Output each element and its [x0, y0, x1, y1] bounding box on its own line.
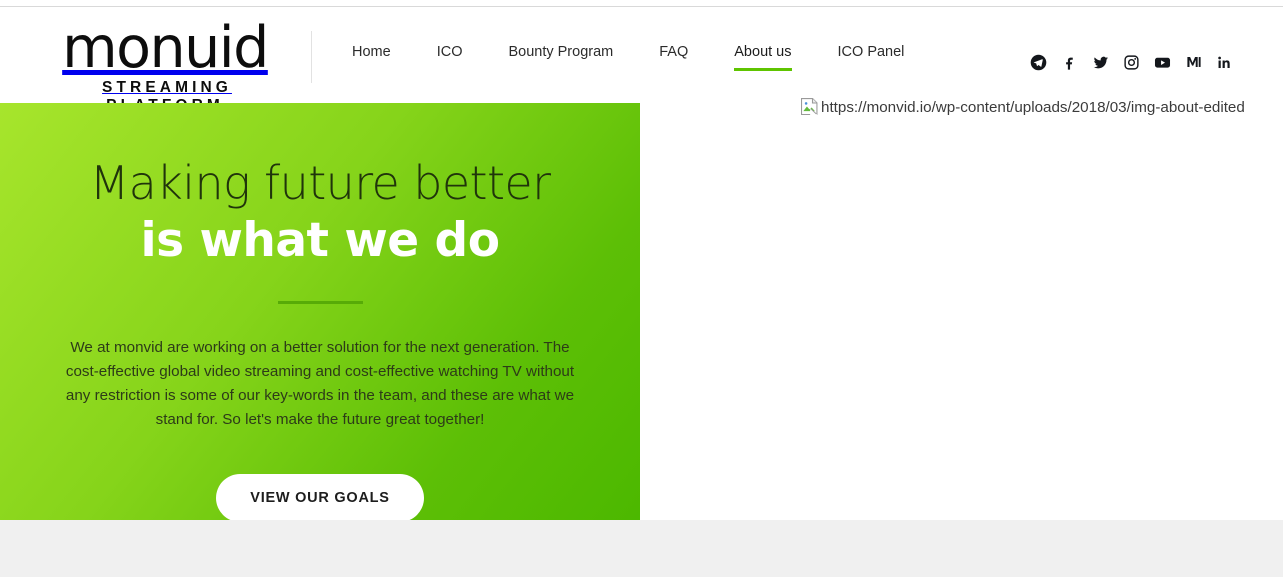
view-our-goals-button[interactable]: VIEW OUR GOALS [216, 474, 424, 520]
hero-panel: Making future better is what we do We at… [0, 103, 640, 520]
youtube-icon[interactable] [1147, 51, 1178, 73]
logo-wordmark: monuid [62, 15, 269, 81]
twitter-icon[interactable] [1085, 51, 1116, 73]
hero-content: Making future better is what we do We at… [0, 103, 640, 520]
nav-item-ico[interactable]: ICO [437, 43, 463, 71]
hero-heading: Making future better is what we do [46, 155, 594, 270]
nav-item-home[interactable]: Home [352, 43, 391, 71]
nav-item-bounty-program[interactable]: Bounty Program [508, 43, 613, 71]
broken-image-row: https://monvid.io/wp-content/uploads/201… [801, 98, 1245, 118]
instagram-icon[interactable] [1116, 51, 1147, 73]
hero-heading-line-2: is what we do [140, 213, 500, 268]
hero-cta-container: VIEW OUR GOALS [46, 474, 594, 520]
social-links [1023, 51, 1240, 73]
page-lower-strip [0, 520, 1283, 577]
hero-heading-line-1: Making future better [89, 156, 551, 210]
telegram-icon[interactable] [1023, 51, 1054, 73]
main-navigation: Home ICO Bounty Program FAQ About us ICO… [352, 43, 904, 71]
header-divider [311, 31, 312, 83]
broken-image-icon [801, 98, 818, 115]
nav-item-ico-panel[interactable]: ICO Panel [838, 43, 905, 71]
facebook-icon[interactable] [1054, 51, 1085, 73]
medium-icon[interactable] [1178, 51, 1209, 73]
broken-image-alt-text: https://monvid.io/wp-content/uploads/201… [821, 99, 1245, 116]
nav-item-faq[interactable]: FAQ [659, 43, 688, 71]
page-root: monuid STREAMING PLATFORM Home ICO Bount… [0, 0, 1283, 577]
nav-item-about-us[interactable]: About us [734, 43, 792, 71]
about-image-placeholder: https://monvid.io/wp-content/uploads/201… [801, 84, 1283, 124]
site-logo[interactable]: monuid STREAMING PLATFORM [40, 19, 290, 115]
hero-paragraph: We at monvid are working on a better sol… [65, 339, 575, 428]
hero-divider [277, 301, 363, 304]
linkedin-icon[interactable] [1209, 51, 1240, 73]
